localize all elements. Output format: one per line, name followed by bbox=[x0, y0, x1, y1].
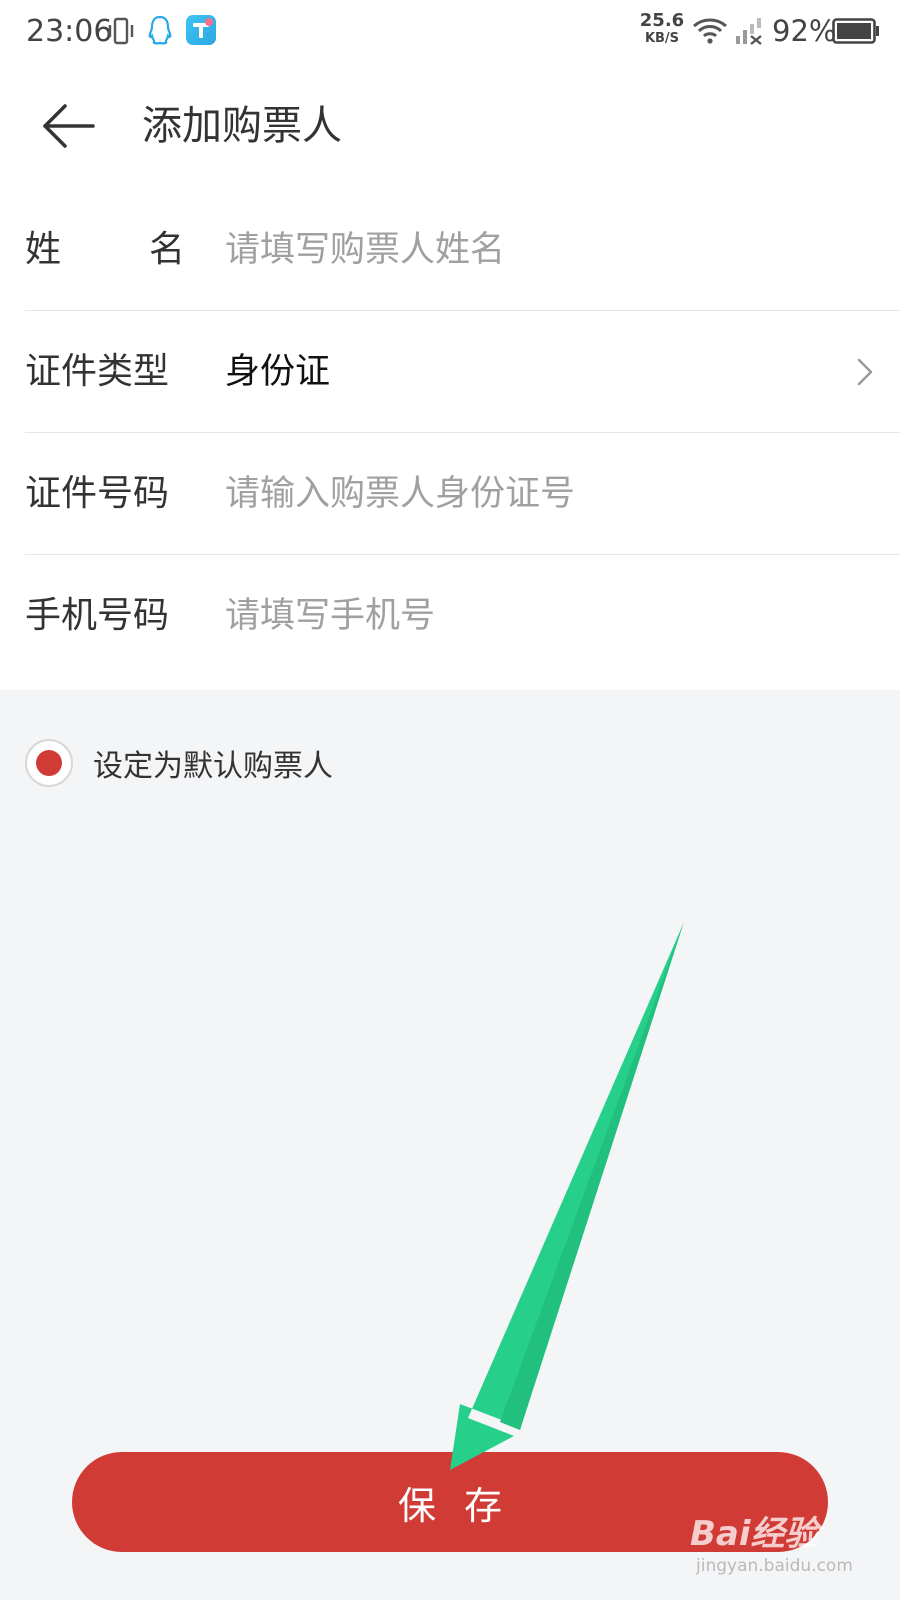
wifi-icon bbox=[693, 18, 727, 44]
back-arrow-icon bbox=[43, 104, 95, 148]
name-input[interactable] bbox=[225, 220, 865, 280]
id-number-label: 证件号码 bbox=[25, 473, 170, 514]
status-bar: 23:06 25.6 KB/S 92% bbox=[0, 0, 900, 64]
phone-row: 手机号码 bbox=[25, 555, 900, 677]
app-icon bbox=[186, 15, 216, 45]
default-buyer-label: 设定为默认购票人 bbox=[93, 749, 333, 784]
id-number-input[interactable] bbox=[225, 464, 865, 524]
name-label: 姓 名 bbox=[25, 229, 185, 270]
page-title: 添加购票人 bbox=[142, 103, 342, 149]
battery-percent: 92% bbox=[772, 14, 837, 48]
back-button[interactable] bbox=[36, 98, 102, 154]
status-time: 23:06 bbox=[26, 14, 113, 49]
vibrate-icon bbox=[108, 17, 134, 45]
phone-label: 手机号码 bbox=[25, 595, 170, 636]
default-buyer-option[interactable]: 设定为默认购票人 bbox=[25, 738, 333, 788]
network-speed: 25.6 KB/S bbox=[639, 10, 685, 46]
radio-checked-dot bbox=[36, 750, 62, 776]
chevron-right-icon bbox=[857, 358, 873, 386]
watermark-brand: Bai经验 bbox=[690, 1514, 819, 1554]
watermark: Bai经验 jingyan.baidu.com bbox=[690, 1506, 890, 1586]
id-type-value: 身份证 bbox=[225, 352, 331, 392]
annotation-arrow-shape bbox=[450, 922, 684, 1470]
signal-icon bbox=[736, 18, 762, 45]
id-number-row: 证件号码 bbox=[25, 433, 900, 555]
default-buyer-radio[interactable] bbox=[25, 739, 73, 787]
id-type-row[interactable]: 证件类型 身份证 bbox=[25, 311, 900, 433]
phone-input[interactable] bbox=[225, 586, 865, 646]
qq-icon bbox=[148, 15, 172, 45]
battery-icon bbox=[832, 18, 879, 44]
id-type-label: 证件类型 bbox=[25, 351, 170, 392]
watermark-url: jingyan.baidu.com bbox=[696, 1556, 853, 1576]
name-row: 姓 名 bbox=[25, 189, 900, 311]
